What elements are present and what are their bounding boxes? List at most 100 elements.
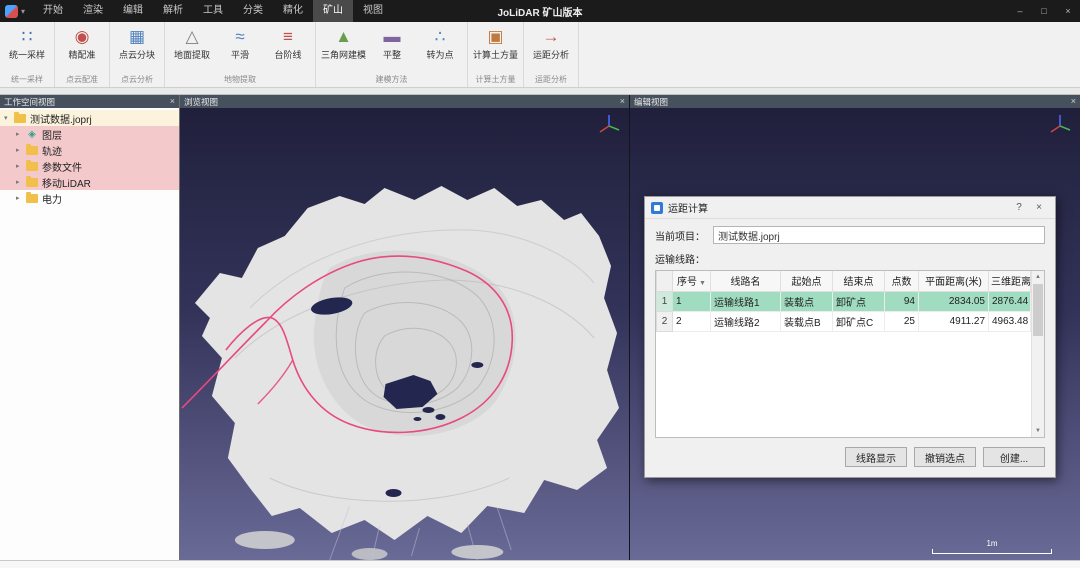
sidebar-item-layers[interactable]: ▸ ◈ 图层 xyxy=(0,126,179,142)
tree-item-label: 轨迹 xyxy=(42,143,62,158)
tab-edit[interactable]: 编辑 xyxy=(113,0,153,22)
help-icon[interactable]: ? xyxy=(1009,202,1029,213)
fine-registration-button[interactable]: ◉ 精配准 xyxy=(58,24,106,61)
scroll-down-icon[interactable]: ▼ xyxy=(1032,425,1044,437)
terrain-scene xyxy=(180,108,629,560)
group-unified-sampling: ∷ 统一采样 统一采样 xyxy=(0,22,55,87)
tab-home[interactable]: 开始 xyxy=(33,0,73,22)
folder-icon xyxy=(26,194,38,203)
status-bar xyxy=(0,560,1080,568)
group-registration: ◉ 精配准 点云配准 xyxy=(55,22,110,87)
tab-render[interactable]: 渲染 xyxy=(73,0,113,22)
column-header-plan-distance[interactable]: 平面距离(米) xyxy=(919,271,989,291)
unified-sampling-icon: ∷ xyxy=(22,27,33,47)
group-label: 点云配准 xyxy=(58,73,106,87)
column-header-index[interactable]: 序号▼ xyxy=(673,271,711,291)
smooth-button[interactable]: ≈ 平滑 xyxy=(216,24,264,61)
tree-item-label: 电力 xyxy=(42,191,62,206)
cell-index: 2 xyxy=(673,311,711,331)
chevron-right-icon[interactable]: ▸ xyxy=(16,178,26,186)
tin-modeling-icon: ▲ xyxy=(335,27,352,47)
column-header-point-count[interactable]: 点数 xyxy=(885,271,919,291)
folder-icon xyxy=(14,114,26,123)
bench-line-button[interactable]: ≡ 台阶线 xyxy=(264,24,312,61)
tab-refine[interactable]: 精化 xyxy=(273,0,313,22)
edit-close-icon[interactable]: × xyxy=(1071,95,1076,108)
browse-close-icon[interactable]: × xyxy=(620,95,625,108)
minimize-button[interactable]: – xyxy=(1008,0,1032,22)
chevron-right-icon[interactable]: ▸ xyxy=(16,162,26,170)
workspace-close-icon[interactable]: × xyxy=(170,95,175,108)
haul-distance-icon: → xyxy=(543,27,560,47)
dialog-buttons: 线路显示 撤销选点 创建... xyxy=(655,447,1045,467)
menu-tab-bar: 开始 渲染 编辑 解析 工具 分类 精化 矿山 视图 xyxy=(33,0,393,22)
create-button[interactable]: 创建... xyxy=(983,447,1045,467)
table-scrollbar[interactable]: ▲ ▼ xyxy=(1031,271,1044,437)
maximize-button[interactable]: □ xyxy=(1032,0,1056,22)
scale-bar: 1m xyxy=(932,539,1052,554)
scale-bar-line xyxy=(932,549,1052,554)
corner-header[interactable] xyxy=(657,271,673,291)
window-controls: – □ × xyxy=(1008,0,1080,22)
browse-viewport[interactable] xyxy=(180,108,629,560)
button-label: 三角网建模 xyxy=(321,48,366,61)
chevron-down-icon[interactable]: ▾ xyxy=(4,114,14,122)
tree-root-project[interactable]: ▾ 测试数据.joprj xyxy=(0,110,179,126)
tab-view[interactable]: 视图 xyxy=(353,0,393,22)
show-route-button[interactable]: 线路显示 xyxy=(845,447,907,467)
sidebar-item-parameter-files[interactable]: ▸ 参数文件 xyxy=(0,158,179,174)
unified-sampling-button[interactable]: ∷ 统一采样 xyxy=(3,24,51,61)
tin-modeling-button[interactable]: ▲ 三角网建模 xyxy=(319,24,368,61)
scrollbar-thumb[interactable] xyxy=(1033,284,1043,336)
leveling-button[interactable]: ▬ 平整 xyxy=(368,24,416,61)
ground-extraction-button[interactable]: △ 地面提取 xyxy=(168,24,216,61)
dialog-title-bar[interactable]: 运距计算 ? × xyxy=(645,197,1055,219)
tab-tools[interactable]: 工具 xyxy=(193,0,233,22)
table-row[interactable]: 1 1 运输线路1 装载点 卸矿点 94 2834.05 2876.44 xyxy=(657,291,1031,311)
tab-parse[interactable]: 解析 xyxy=(153,0,193,22)
tab-classify[interactable]: 分类 xyxy=(233,0,273,22)
table-row[interactable]: 2 2 运输线路2 装载点B 卸矿点C 25 4911.27 4963.48 xyxy=(657,311,1031,331)
to-points-button[interactable]: ∴ 转为点 xyxy=(416,24,464,61)
title-bar: ▾ 开始 渲染 编辑 解析 工具 分类 精化 矿山 视图 JoLiDAR 矿山版… xyxy=(0,0,1080,22)
leveling-icon: ▬ xyxy=(384,27,401,47)
column-header-3d-distance[interactable]: 三维距离( xyxy=(989,271,1031,291)
chevron-right-icon[interactable]: ▸ xyxy=(16,146,26,154)
chevron-right-icon[interactable]: ▸ xyxy=(16,194,26,202)
layers-icon: ◈ xyxy=(26,129,38,140)
column-header-start-point[interactable]: 起始点 xyxy=(781,271,833,291)
scroll-up-icon[interactable]: ▲ xyxy=(1032,271,1044,283)
chevron-right-icon[interactable]: ▸ xyxy=(16,130,26,138)
group-haul-distance: → 运距分析 运距分析 xyxy=(524,22,579,87)
haul-distance-button[interactable]: → 运距分析 xyxy=(527,24,575,61)
group-analysis: ▦ 点云分块 点云分析 xyxy=(110,22,165,87)
tab-mine[interactable]: 矿山 xyxy=(313,0,353,22)
axis-triad-icon xyxy=(596,113,622,139)
sidebar-item-mobile-lidar[interactable]: ▸ 移动LiDAR xyxy=(0,174,179,190)
pointcloud-block-button[interactable]: ▦ 点云分块 xyxy=(113,24,161,61)
quick-access-caret-icon[interactable]: ▾ xyxy=(21,7,25,16)
workspace-tree: ▾ 测试数据.joprj ▸ ◈ 图层 ▸ 轨迹 ▸ 参数文件 xyxy=(0,108,179,560)
earthwork-volume-button[interactable]: ▣ 计算土方量 xyxy=(471,24,520,61)
sidebar-item-power[interactable]: ▸ 电力 xyxy=(0,190,179,206)
column-header-end-point[interactable]: 结束点 xyxy=(833,271,885,291)
axis-triad-icon xyxy=(1047,113,1073,139)
group-label: 统一采样 xyxy=(3,73,51,87)
cell-plan-distance: 2834.05 xyxy=(919,291,989,311)
sidebar-item-trajectory[interactable]: ▸ 轨迹 xyxy=(0,142,179,158)
edit-viewport[interactable]: 1m 运距计算 ? × 当前项目： xyxy=(630,108,1080,560)
group-label: 点云分析 xyxy=(113,73,161,87)
column-header-route-name[interactable]: 线路名 xyxy=(711,271,781,291)
haul-distance-dialog: 运距计算 ? × 当前项目： 运输线路： xyxy=(644,196,1056,478)
button-label: 精配准 xyxy=(68,48,95,61)
button-label: 转为点 xyxy=(427,48,454,61)
cell-start-point: 装载点 xyxy=(781,291,833,311)
dialog-close-icon[interactable]: × xyxy=(1029,202,1049,213)
group-label: 计算土方量 xyxy=(471,73,520,87)
folder-icon xyxy=(26,178,38,187)
undo-selection-button[interactable]: 撤销选点 xyxy=(914,447,976,467)
close-button[interactable]: × xyxy=(1056,0,1080,22)
current-project-field[interactable] xyxy=(713,226,1045,244)
tree-root-label: 测试数据.joprj xyxy=(30,111,92,126)
group-earthwork: ▣ 计算土方量 计算土方量 xyxy=(468,22,524,87)
